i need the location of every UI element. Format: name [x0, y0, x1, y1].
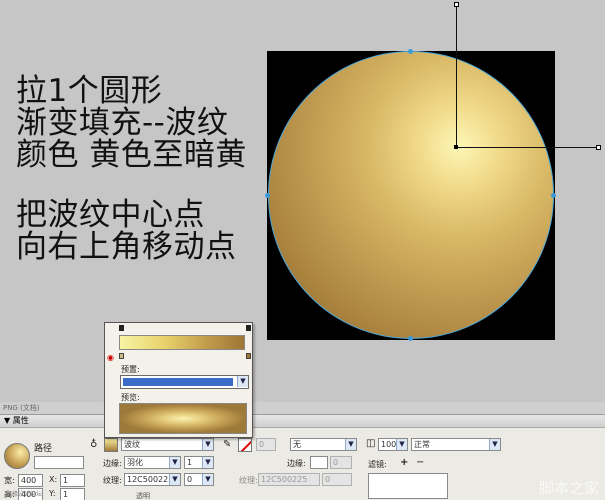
- width-label: 宽:: [4, 476, 15, 485]
- opacity-field[interactable]: 100 ▼: [378, 438, 408, 451]
- fill-edge-amount[interactable]: 1 ▼: [184, 456, 214, 469]
- stroke-texture-amount[interactable]: 0: [322, 473, 352, 486]
- preset-select[interactable]: ▼: [120, 375, 249, 389]
- instruction-line-3: 颜色 黄色至暗黄: [16, 137, 247, 173]
- stroke-type-select[interactable]: 无 ▼: [290, 438, 357, 451]
- gradient-color-stop-left[interactable]: [119, 353, 124, 359]
- stroke-size-field[interactable]: 0: [256, 438, 276, 451]
- chevron-down-icon: ▼: [202, 474, 213, 485]
- stroke-color-swatch[interactable]: [238, 438, 252, 452]
- remove-filter-button[interactable]: −: [416, 457, 424, 468]
- chevron-down-icon: ▼: [237, 376, 248, 387]
- gradient-editor-popup: ◉ 预置: ▼ 预览:: [104, 322, 253, 438]
- width-field[interactable]: 400: [18, 474, 43, 487]
- stroke-texture-label: 纹理:: [239, 476, 258, 485]
- gradient-center-point[interactable]: [454, 145, 458, 149]
- stroke-edge-swatch[interactable]: [310, 456, 328, 469]
- watermark: 脚本之家: [538, 479, 599, 497]
- opacity-value: 100: [381, 440, 397, 449]
- blend-mode-select[interactable]: 正常 ▼: [411, 438, 501, 451]
- fill-edge-label: 边缘:: [103, 459, 122, 468]
- fill-texture-amount-value: 0: [187, 475, 193, 484]
- document-canvas[interactable]: 拉1个圆形 渐变填充--波纹 颜色 黄色至暗黄 把波纹中心点 向右上角移动点: [0, 0, 605, 405]
- chevron-down-icon: ▼: [169, 474, 180, 485]
- gradient-handle-right[interactable]: [596, 145, 601, 150]
- instruction-line-1: 拉1个圆形: [16, 73, 163, 109]
- stroke-texture-select[interactable]: 12C500225: [258, 473, 320, 486]
- gradient-opacity-stop-right[interactable]: [246, 325, 251, 331]
- fill-type-select[interactable]: 波纹 ▼: [121, 438, 214, 451]
- gradient-handle-line-vertical: [456, 5, 457, 147]
- properties-panel: ▼ 属性 路径 宽: 400 X: 1 高: 400 Y: 1 ♁ 波纹 ▼ 边…: [0, 414, 605, 500]
- chevron-down-icon: ▼: [169, 457, 180, 468]
- gradient-ramp[interactable]: [119, 335, 245, 350]
- document-status: PNG (文档): [0, 402, 605, 414]
- gradient-opacity-stop-left[interactable]: [119, 325, 124, 331]
- chevron-down-icon: ▼: [489, 439, 500, 450]
- fill-color-swatch[interactable]: [104, 438, 118, 452]
- gradient-preview: [119, 403, 247, 434]
- fill-edge-select[interactable]: 羽化 ▼: [124, 456, 181, 469]
- x-field[interactable]: 1: [60, 474, 85, 487]
- instruction-line-2: 渐变填充--波纹: [16, 105, 229, 141]
- stroke-type-value: 无: [293, 440, 301, 449]
- fill-bucket-icon: ♁: [90, 439, 98, 450]
- y-field[interactable]: 1: [60, 488, 85, 500]
- fill-texture-value: 12C500225: [127, 475, 174, 484]
- object-name-field[interactable]: [34, 456, 84, 469]
- add-filter-button[interactable]: +: [400, 457, 408, 468]
- transparent-label: 透明: [136, 492, 150, 500]
- instruction-line-4: 把波纹中心点: [16, 197, 205, 233]
- preset-selected-value: [123, 378, 233, 386]
- path-anchor-top[interactable]: [408, 49, 413, 54]
- pencil-icon: ✎: [223, 439, 232, 450]
- y-label: Y:: [49, 489, 56, 498]
- fill-edge-amount-value: 1: [187, 458, 193, 467]
- stroke-edge-amount[interactable]: 0: [330, 456, 352, 469]
- instruction-line-5: 向右上角移动点: [16, 229, 237, 265]
- preview-label: 预览:: [121, 393, 140, 402]
- fill-texture-label: 纹理:: [103, 476, 122, 485]
- properties-panel-header[interactable]: ▼ 属性: [0, 415, 605, 428]
- object-type-label: 路径: [34, 444, 53, 454]
- gradient-color-stop-right[interactable]: [246, 353, 251, 359]
- fill-type-value: 波纹: [124, 440, 140, 449]
- gradient-handle-top[interactable]: [454, 2, 459, 7]
- preset-label: 预置:: [121, 365, 140, 374]
- fill-texture-select[interactable]: 12C500225 ▼: [124, 473, 181, 486]
- blend-mode-value: 正常: [414, 440, 430, 449]
- fill-edge-value: 羽化: [127, 458, 143, 467]
- gradient-handle-line-horizontal: [456, 147, 599, 148]
- gradient-circle[interactable]: [268, 51, 554, 339]
- chevron-down-icon: ▼: [202, 457, 213, 468]
- opacity-icon: ◫: [366, 438, 376, 449]
- fill-texture-amount[interactable]: 0 ▼: [184, 473, 214, 486]
- x-label: X:: [49, 475, 58, 484]
- path-anchor-right[interactable]: [551, 193, 556, 198]
- watermark-small: 思缘设计论坛: [6, 491, 43, 498]
- path-anchor-left[interactable]: [265, 193, 270, 198]
- chevron-down-icon: ▼: [396, 439, 407, 450]
- chevron-down-icon: ▼: [345, 439, 356, 450]
- stroke-edge-label: 边缘:: [287, 459, 306, 468]
- color-wheel-icon: ◉: [107, 353, 114, 362]
- path-anchor-bottom[interactable]: [408, 336, 413, 341]
- filters-list[interactable]: [368, 473, 448, 499]
- filters-label: 滤镜:: [368, 460, 387, 469]
- object-thumbnail: [4, 443, 30, 469]
- chevron-down-icon: ▼: [202, 439, 213, 450]
